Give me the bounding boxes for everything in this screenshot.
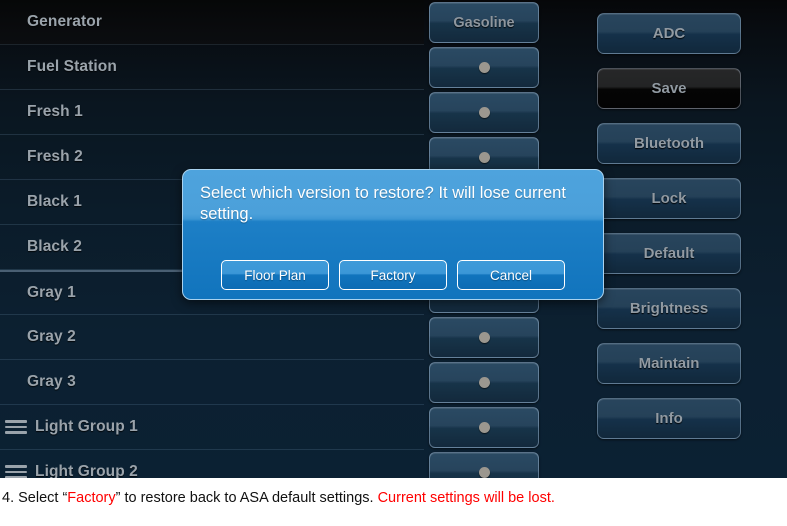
list-item-label: Fresh 2 <box>27 148 83 165</box>
list-item[interactable]: Fresh 1 <box>0 90 424 135</box>
sidebar-button-label: Maintain <box>638 355 700 372</box>
status-dot-icon <box>478 422 490 433</box>
dialog-button-factory[interactable]: Factory <box>339 260 447 290</box>
caption-highlight-factory: Factory <box>67 490 116 506</box>
sidebar-button-lock[interactable]: Lock <box>597 178 741 219</box>
status-dot-icon <box>478 152 490 163</box>
list-item-label: Light Group 1 <box>35 418 138 435</box>
list-item-label: Black 2 <box>27 238 82 255</box>
list-item-label: Gray 1 <box>27 284 76 301</box>
list-item-label: Black 1 <box>27 193 82 210</box>
sidebar-button-default[interactable]: Default <box>597 233 741 274</box>
dialog-button-floor-plan[interactable]: Floor Plan <box>221 260 329 290</box>
control-button-toggle[interactable] <box>429 92 539 133</box>
control-button-value[interactable]: Gasoline <box>429 2 539 43</box>
status-dot-icon <box>478 107 490 118</box>
dialog-button-row: Floor Plan Factory Cancel <box>183 260 603 290</box>
sidebar-menu[interactable]: ADC Save Bluetooth Lock Default Brightness Mai… <box>597 0 743 478</box>
dialog-button-cancel[interactable]: Cancel <box>457 260 565 290</box>
list-item[interactable]: Light Group 1 <box>0 405 424 450</box>
sidebar-button-label: Save <box>651 80 687 97</box>
restore-dialog[interactable]: Select which version to restore? It will… <box>182 169 604 300</box>
dialog-message: Select which version to restore? It will… <box>200 184 566 223</box>
caption-text: 4. Select “Factory” to restore back to A… <box>0 486 787 526</box>
sidebar-button-info[interactable]: Info <box>597 398 741 439</box>
list-item-label: Fresh 1 <box>27 103 83 120</box>
status-dot-icon <box>478 377 490 388</box>
hamburger-icon[interactable] <box>5 465 27 478</box>
control-button-toggle[interactable] <box>429 317 539 358</box>
caption-part-2: ” to restore back to ASA default setting… <box>115 490 378 506</box>
caption-part-1: 4. Select “ <box>2 490 68 506</box>
status-dot-icon <box>478 332 490 343</box>
control-button-toggle[interactable] <box>429 452 539 478</box>
sidebar-button-adc[interactable]: ADC <box>597 13 741 54</box>
sidebar-button-brightness[interactable]: Brightness <box>597 288 741 329</box>
status-dot-icon <box>478 62 490 73</box>
list-item-label: Generator <box>27 13 102 30</box>
list-item-label: Light Group 2 <box>35 463 138 478</box>
list-item[interactable]: Light Group 2 <box>0 450 424 478</box>
list-item-label: Gray 3 <box>27 373 76 390</box>
list-item-label: Fuel Station <box>27 58 117 75</box>
sidebar-button-label: Bluetooth <box>634 135 704 152</box>
list-item-label: Gray 2 <box>27 328 76 345</box>
control-button-toggle[interactable] <box>429 362 539 403</box>
sidebar-button-label: ADC <box>652 25 686 42</box>
list-item[interactable]: Gray 2 <box>0 315 424 360</box>
device-screen: Generator Fuel Station Fresh 1 Fresh 2 Black… <box>0 0 787 478</box>
sidebar-button-label: Lock <box>651 190 687 207</box>
list-item[interactable]: Gray 3 <box>0 360 424 405</box>
status-dot-icon <box>478 467 490 478</box>
hamburger-icon[interactable] <box>5 420 27 434</box>
sidebar-button-bluetooth[interactable]: Bluetooth <box>597 123 741 164</box>
sidebar-button-label: Default <box>643 245 695 262</box>
sidebar-button-save[interactable]: Save <box>597 68 741 109</box>
control-button-toggle[interactable] <box>429 47 539 88</box>
control-button-toggle[interactable] <box>429 407 539 448</box>
control-button-label: Gasoline <box>453 14 515 31</box>
sidebar-button-label: Info <box>655 410 683 427</box>
list-item[interactable]: Fuel Station <box>0 45 424 90</box>
sidebar-button-maintain[interactable]: Maintain <box>597 343 741 384</box>
caption-highlight-warning: Current settings will be lost. <box>377 490 555 506</box>
sidebar-button-label: Brightness <box>629 300 709 317</box>
list-item[interactable]: Generator <box>0 0 424 45</box>
